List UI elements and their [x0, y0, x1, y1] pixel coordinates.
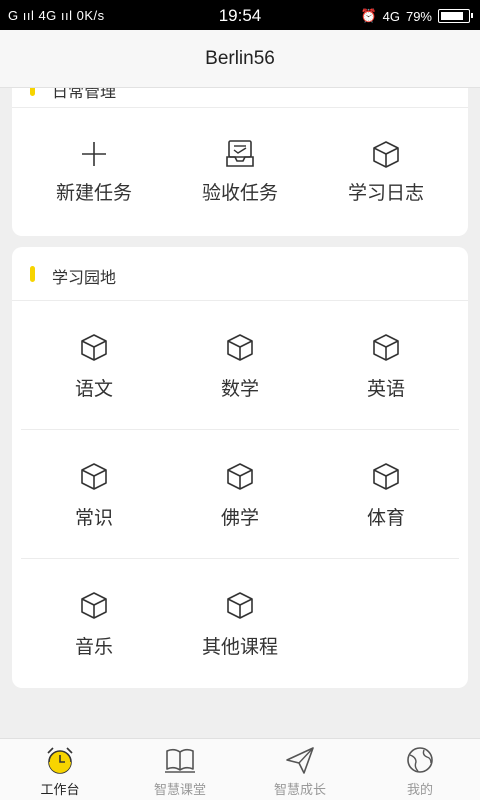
subject-sports[interactable]: 体育 [313, 430, 459, 558]
tab-label: 智慧课堂 [153, 783, 206, 798]
accent-bar [30, 266, 35, 282]
grid-item-label: 体育 [366, 507, 405, 529]
inbox-icon [226, 140, 254, 167]
study-garden-card: 学习园地 语文 数学 英语 常识 佛学 体育 音乐 其他课程 [12, 247, 468, 688]
tab-label: 工作台 [40, 783, 80, 798]
alarm-clock-icon [47, 747, 73, 774]
grid-item-label: 常识 [74, 507, 113, 529]
subject-music[interactable]: 音乐 [21, 559, 167, 687]
empty-cell [313, 559, 459, 687]
cube-icon [373, 334, 399, 361]
subject-chinese[interactable]: 语文 [21, 301, 167, 429]
cube-icon [373, 141, 399, 168]
grid-item-label: 佛学 [220, 507, 259, 529]
new-task-button[interactable]: 新建任务 [21, 108, 167, 234]
tab-label: 我的 [406, 783, 433, 798]
tab-mine[interactable]: 我的 [360, 739, 480, 800]
grid-item-label: 新建任务 [55, 182, 132, 204]
page-title: Berlin56 [205, 48, 275, 69]
tab-smart-growth[interactable]: 智慧成长 [240, 739, 360, 800]
plus-icon [82, 142, 106, 166]
battery-icon [438, 9, 473, 23]
cube-icon [227, 592, 253, 619]
subject-english[interactable]: 英语 [313, 301, 459, 429]
cube-icon [227, 463, 253, 490]
globe-icon [407, 747, 433, 773]
status-right: ⏰ 4G 79% [360, 8, 473, 24]
grid-item-label: 其他课程 [201, 636, 278, 658]
cube-icon [81, 463, 107, 490]
cube-icon [373, 463, 399, 490]
accept-task-button[interactable]: 验收任务 [167, 108, 313, 234]
grid-item-label: 数学 [220, 378, 259, 400]
study-log-button[interactable]: 学习日志 [313, 108, 459, 234]
status-bar: G ııl 4G ııl 0K/s 19:54 ⏰ 4G 79% [0, 0, 480, 30]
subject-row-3: 音乐 其他课程 [12, 559, 468, 687]
bottom-tab-bar: 工作台 智慧课堂 智慧成长 我的 [0, 738, 480, 800]
cube-icon [81, 334, 107, 361]
card-title: 学习园地 [52, 268, 117, 287]
tab-smart-classroom[interactable]: 智慧课堂 [120, 739, 240, 800]
grid-item-label: 验收任务 [201, 182, 278, 204]
subject-math[interactable]: 数学 [167, 301, 313, 429]
subject-other-courses[interactable]: 其他课程 [167, 559, 313, 687]
subject-general-knowledge[interactable]: 常识 [21, 430, 167, 558]
open-book-icon [165, 748, 195, 773]
subject-row-1: 语文 数学 英语 [12, 301, 468, 429]
card-header: 学习园地 [12, 247, 468, 301]
network-type: 4G [382, 8, 400, 24]
tab-label: 智慧成长 [273, 783, 326, 798]
subject-buddhism[interactable]: 佛学 [167, 430, 313, 558]
grid-item-label: 音乐 [74, 636, 113, 658]
tab-workbench[interactable]: 工作台 [0, 739, 120, 800]
battery-percent: 79% [405, 8, 432, 24]
grid-item-label: 英语 [366, 378, 405, 400]
cube-icon [227, 334, 253, 361]
subject-row-2: 常识 佛学 体育 [12, 430, 468, 558]
grid-item-label: 学习日志 [347, 182, 424, 204]
alarm-icon: ⏰ [360, 8, 377, 23]
grid-item-label: 语文 [74, 378, 113, 400]
cube-icon [81, 592, 107, 619]
app-header: Berlin56 [0, 30, 480, 88]
paper-plane-icon [286, 747, 314, 774]
